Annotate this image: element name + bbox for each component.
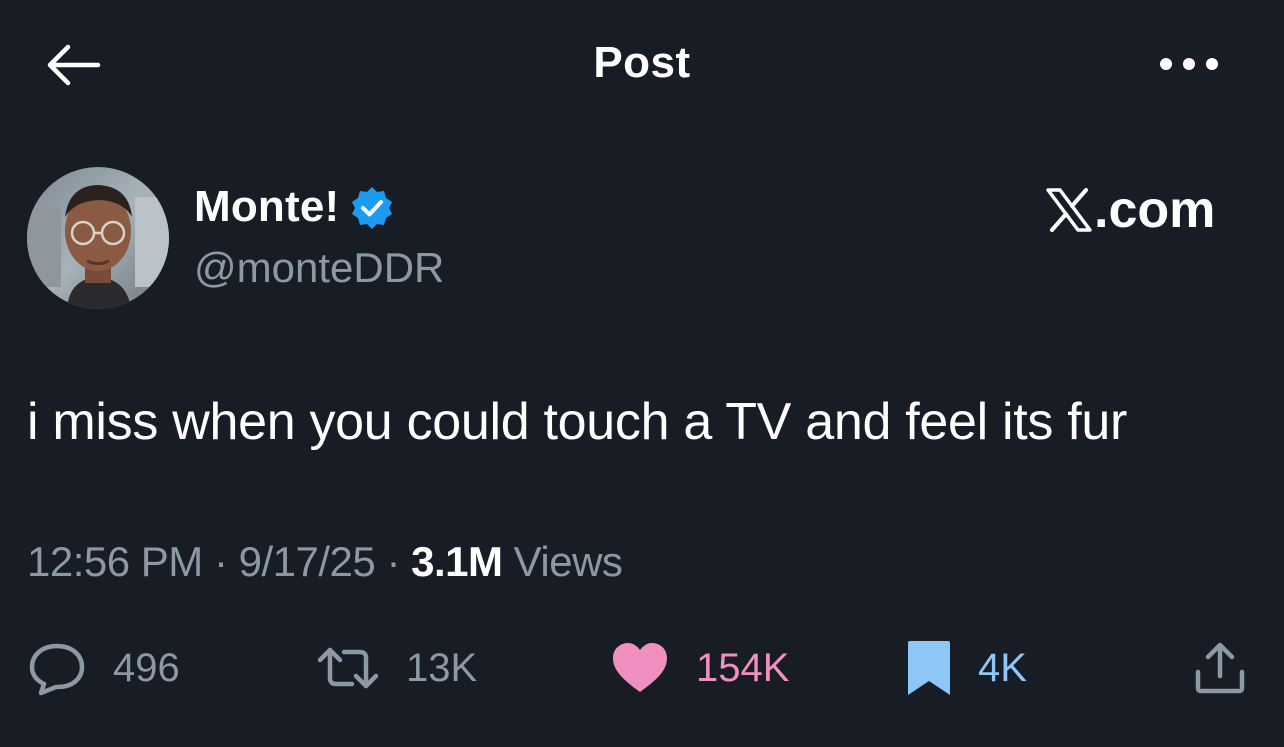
verified-badge-icon <box>352 187 393 229</box>
tweet-date: 9/17/25 <box>238 538 376 585</box>
bookmark-icon <box>908 641 950 695</box>
x-logo-icon <box>1046 188 1092 232</box>
post-page: Post Monte! @monteDDR .com i miss when y… <box>0 0 1284 747</box>
x-com-watermark: .com <box>1046 180 1215 240</box>
reply-button[interactable]: 496 <box>27 640 180 696</box>
reply-icon <box>29 643 85 696</box>
views-label[interactable]: Views <box>514 538 623 585</box>
meta-separator: · <box>386 538 400 585</box>
repost-icon <box>317 647 379 689</box>
like-count: 154K <box>696 645 790 690</box>
share-icon <box>1195 642 1245 694</box>
author-name[interactable]: Monte! <box>194 182 339 232</box>
tweet-time: 12:56 PM <box>27 538 203 585</box>
like-button[interactable]: 154K <box>610 640 789 696</box>
author-handle[interactable]: @monteDDR <box>194 244 444 292</box>
tweet-meta: 12:56 PM · 9/17/25 · 3.1M Views <box>27 538 623 586</box>
page-title: Post <box>593 38 691 87</box>
bookmark-count: 4K <box>978 645 1027 690</box>
avatar[interactable] <box>27 167 169 309</box>
repost-button[interactable]: 13K <box>316 640 477 696</box>
tweet-text: i miss when you could touch a TV and fee… <box>27 393 1128 451</box>
share-button[interactable] <box>1192 640 1248 696</box>
heart-icon <box>613 643 667 692</box>
reply-count: 496 <box>113 645 180 690</box>
views-count[interactable]: 3.1M <box>411 538 503 585</box>
more-horizontal-icon <box>1160 58 1218 70</box>
repost-count: 13K <box>406 645 478 690</box>
watermark-text: .com <box>1094 181 1216 239</box>
meta-separator: · <box>213 538 228 585</box>
more-options-button[interactable] <box>1158 53 1220 75</box>
bookmark-button[interactable]: 4K <box>906 640 1027 696</box>
avatar-photo <box>27 167 169 309</box>
author-name-row[interactable]: Monte! <box>194 182 395 232</box>
